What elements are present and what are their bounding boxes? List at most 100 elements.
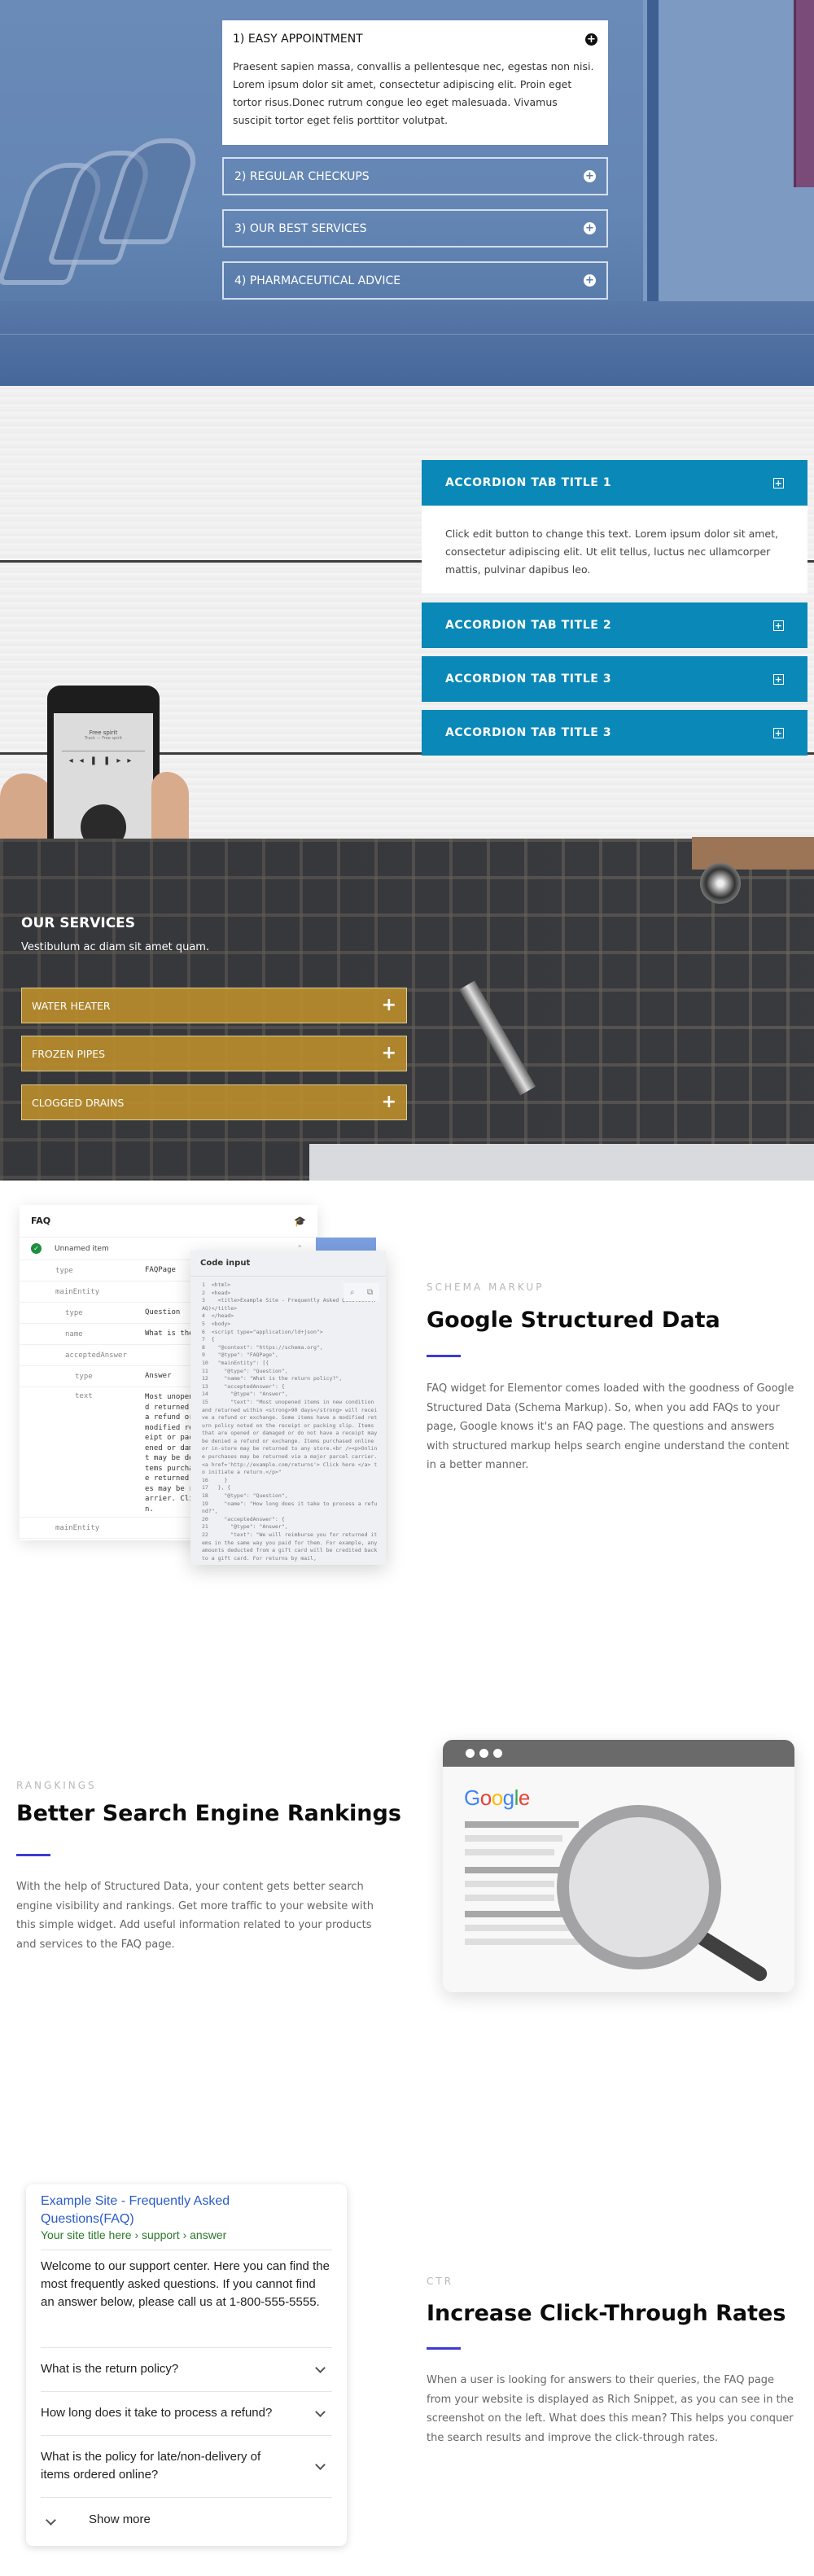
graduation-cap-icon: 🎓 — [294, 1215, 306, 1227]
faq-row-value: FAQPage — [145, 1266, 176, 1275]
faq-row-value: What is the — [145, 1330, 194, 1338]
search-icon[interactable]: ⌕ — [350, 1288, 355, 1297]
faq-item-label: Unnamed item — [55, 1244, 109, 1253]
plus-circle-icon[interactable]: + — [584, 222, 596, 234]
schema-paragraph: FAQ widget for Elementor comes loaded wi… — [427, 1382, 794, 1471]
chevron-down-icon[interactable] — [315, 2406, 326, 2417]
plus-icon[interactable]: + — [382, 1093, 396, 1111]
service-item-frozen-pipes[interactable]: FROZEN PIPES + — [21, 1036, 407, 1071]
accordion-item-best-services[interactable]: 3) OUR BEST SERVICES + — [222, 209, 608, 248]
faq-row-value: Question — [145, 1308, 181, 1317]
rankings-eyebrow: RANGKINGS — [16, 1780, 97, 1791]
floor-line — [0, 334, 814, 335]
magnifier-icon — [557, 1805, 721, 1969]
service-item-water-heater[interactable]: WATER HEATER + — [21, 988, 407, 1023]
accordion-header[interactable]: ACCORDION TAB TITLE 1 + — [422, 460, 807, 506]
accordion-tab-4[interactable]: ACCORDION TAB TITLE 3 + — [422, 710, 807, 756]
show-more-button[interactable]: Show more — [41, 2505, 332, 2534]
divider — [41, 2347, 332, 2348]
chevron-down-icon[interactable] — [315, 2362, 326, 2373]
plus-square-icon[interactable]: + — [773, 673, 784, 685]
schema-eyebrow: SCHEMA MARKUP — [427, 1281, 545, 1293]
divider — [41, 2391, 332, 2392]
accordion-title: 2) REGULAR CHECKUPS — [234, 169, 370, 183]
ctr-paragraph: When a user is looking for answers to th… — [427, 2374, 794, 2444]
logo-letter: G — [464, 1785, 480, 1810]
window-dot-icon — [466, 1749, 475, 1758]
accordion-tab-2[interactable]: ACCORDION TAB TITLE 2 + — [422, 602, 807, 648]
accordion-item-pharmaceutical-advice[interactable]: 4) PHARMACEUTICAL ADVICE + — [222, 261, 608, 300]
snippet-question[interactable]: What is the policy for late/non-delivery… — [41, 2443, 332, 2489]
plus-square-icon[interactable]: + — [773, 477, 784, 488]
result-line — [465, 1867, 562, 1873]
result-line — [465, 1821, 579, 1828]
snippet-description: Welcome to our support center. Here you … — [41, 2259, 330, 2309]
accordion-tab-3[interactable]: ACCORDION TAB TITLE 3 + — [422, 656, 807, 702]
accordion-title: 1) EASY APPOINTMENT — [233, 33, 363, 46]
plus-icon[interactable]: + — [382, 997, 396, 1014]
result-line — [465, 1925, 579, 1931]
code-card-title: Code input — [190, 1251, 386, 1277]
snippet-breadcrumb: Your site title here › support › answer — [41, 2228, 227, 2241]
snippet-question[interactable]: How long does it take to process a refun… — [41, 2396, 332, 2430]
logo-letter: o — [479, 1785, 492, 1810]
snippet-title-link[interactable]: Example Site - Frequently Asked Question… — [41, 2193, 301, 2228]
phone-image: Free spirit Track — Free spirit ◂◂❚❚▸▸ — [47, 686, 160, 850]
accordion-title: ACCORDION TAB TITLE 3 — [445, 672, 612, 686]
background-door — [794, 0, 814, 187]
player-controls-icon: ◂◂❚❚▸▸ — [68, 756, 138, 765]
divider — [41, 2435, 332, 2436]
background-floor — [0, 301, 814, 386]
service-title: FROZEN PIPES — [32, 1047, 106, 1060]
accordion-title: 3) OUR BEST SERVICES — [234, 221, 367, 235]
background-wall — [643, 0, 814, 309]
faq-row-key: type — [75, 1372, 93, 1381]
plus-square-icon[interactable]: + — [773, 727, 784, 738]
divider — [41, 2497, 332, 2498]
logo-letter: o — [491, 1785, 503, 1810]
accordion-title: 4) PHARMACEUTICAL ADVICE — [234, 274, 401, 287]
phone-artist: Track — Free spirit — [84, 736, 123, 741]
faq-row-key: acceptedAnswer — [65, 1351, 127, 1360]
browser-titlebar — [443, 1740, 794, 1767]
snippet-question[interactable]: What is the return policy? — [41, 2352, 332, 2386]
accordion-title: ACCORDION TAB TITLE 2 — [445, 619, 612, 632]
accordion-item-regular-checkups[interactable]: 2) REGULAR CHECKUPS + — [222, 157, 608, 195]
service-title: CLOGGED DRAINS — [32, 1096, 125, 1109]
question-text: What is the return policy? — [41, 2362, 179, 2376]
plus-circle-icon[interactable]: + — [585, 33, 597, 46]
result-line — [465, 1835, 562, 1842]
accordion-header[interactable]: 1) EASY APPOINTMENT + — [222, 20, 608, 58]
accordion-title: ACCORDION TAB TITLE 1 — [445, 476, 612, 489]
copy-icon[interactable]: ⧉ — [367, 1288, 373, 1297]
accordion-tab-1[interactable]: ACCORDION TAB TITLE 1 + Click edit butto… — [422, 460, 807, 594]
window-dot-icon — [493, 1749, 502, 1758]
faq-row-key: text — [75, 1392, 93, 1400]
ctr-eyebrow: CTR — [427, 2276, 454, 2287]
service-title: WATER HEATER — [32, 999, 111, 1012]
heading-accent-bar — [427, 2347, 461, 2350]
question-text: What is the policy for late/non-delivery… — [41, 2450, 261, 2482]
plus-circle-icon[interactable]: + — [584, 274, 596, 287]
rich-snippet-card: Example Site - Frequently Asked Question… — [26, 2184, 347, 2546]
plus-icon[interactable]: + — [382, 1045, 396, 1062]
result-line — [465, 1895, 554, 1901]
plus-square-icon[interactable]: + — [773, 620, 784, 631]
service-item-clogged-drains[interactable]: CLOGGED DRAINS + — [21, 1084, 407, 1120]
accordion-body: Praesent sapien massa, convallis a pelle… — [233, 60, 594, 126]
accordion-body: Click edit button to change this text. L… — [422, 506, 807, 594]
heading-accent-bar — [427, 1355, 461, 1357]
question-text: How long does it take to process a refun… — [41, 2406, 273, 2420]
background-fixture — [700, 863, 741, 904]
plus-circle-icon[interactable]: + — [584, 170, 596, 182]
logo-letter: g — [502, 1785, 514, 1810]
check-circle-icon: ✓ — [31, 1243, 42, 1254]
faq-row-key: mainEntity — [55, 1523, 100, 1532]
chevron-down-icon — [46, 2514, 56, 2526]
phone-screen: Free spirit Track — Free spirit ◂◂❚❚▸▸ — [54, 713, 153, 850]
faq-card-title: FAQ — [31, 1216, 51, 1226]
chevron-down-icon[interactable] — [315, 2459, 326, 2470]
google-search-illustration: Google — [443, 1740, 794, 1992]
blue-strip — [316, 1238, 376, 1251]
accordion-item-easy-appointment[interactable]: 1) EASY APPOINTMENT + Praesent sapien ma… — [222, 20, 608, 145]
